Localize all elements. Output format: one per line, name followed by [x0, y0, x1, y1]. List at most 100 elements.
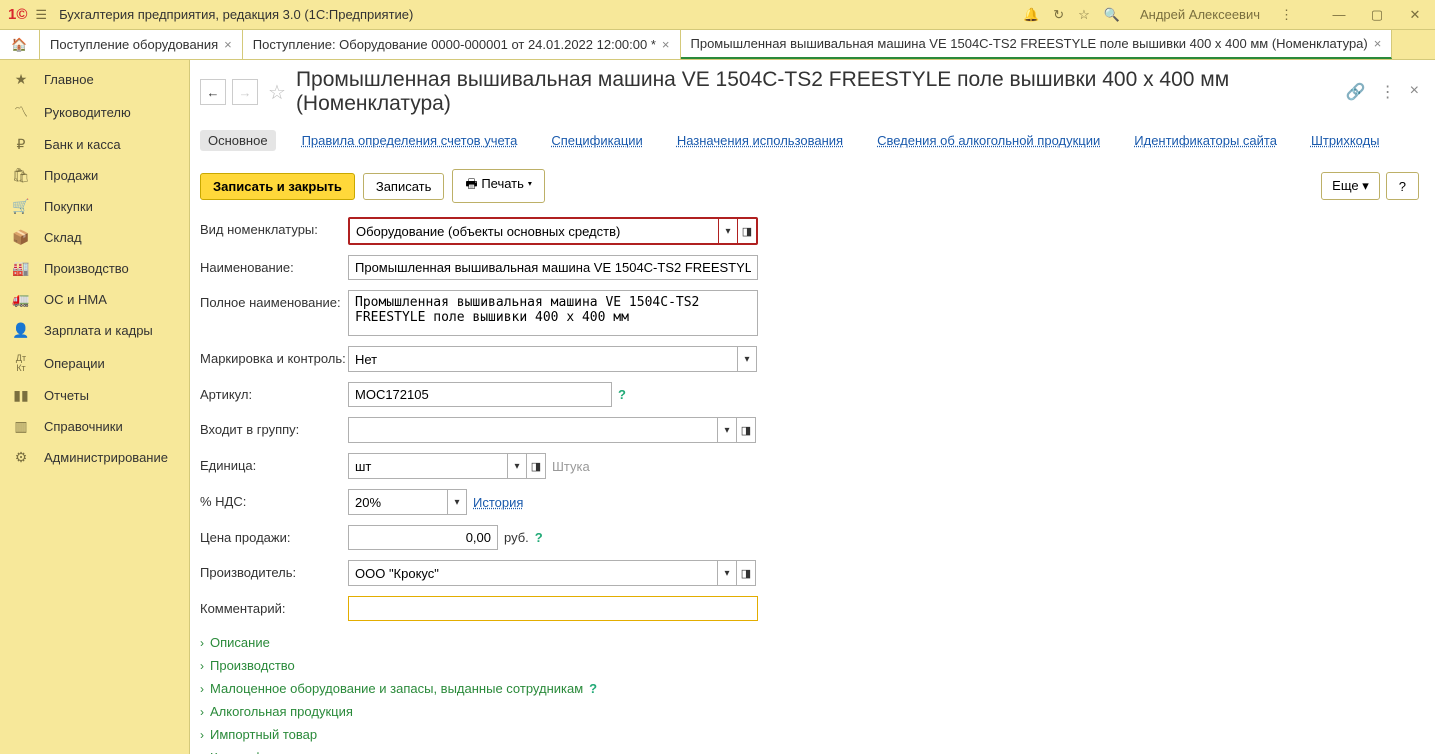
marking-dropdown[interactable]: ▾ — [737, 346, 757, 372]
price-help[interactable]: ? — [535, 530, 543, 545]
chevron-right-icon: › — [200, 682, 204, 696]
subtab-usage[interactable]: Назначения использования — [669, 130, 851, 151]
sidebar-item-purchases[interactable]: 🛒Покупки — [0, 191, 189, 222]
comment-input[interactable] — [348, 596, 758, 621]
expand-import[interactable]: ›Импортный товар — [200, 723, 1419, 746]
home-tab[interactable]: 🏠 — [0, 30, 40, 59]
expand-label: Описание — [210, 635, 270, 650]
sidebar-item-warehouse[interactable]: 📦Склад — [0, 222, 189, 253]
vat-label: % НДС: — [200, 489, 348, 509]
sidebar-item-admin[interactable]: ⚙Администрирование — [0, 442, 189, 473]
manufacturer-open[interactable]: ◨ — [736, 560, 756, 586]
sidebar-item-label: Покупки — [44, 199, 93, 214]
star-icon: ★ — [12, 71, 30, 88]
sidebar-item-label: Операции — [44, 356, 105, 371]
marking-input[interactable] — [348, 346, 738, 372]
group-input[interactable] — [348, 417, 718, 443]
tab-1[interactable]: Поступление оборудования× — [40, 30, 243, 59]
save-close-button[interactable]: Записать и закрыть — [200, 173, 355, 200]
chevron-right-icon: › — [200, 705, 204, 719]
type-input[interactable] — [349, 218, 719, 244]
bell-icon[interactable]: 🔔 — [1023, 7, 1039, 23]
group-dropdown[interactable]: ▾ — [717, 417, 737, 443]
chevron-right-icon: › — [200, 728, 204, 742]
nav-forward-button[interactable]: → — [232, 79, 258, 105]
sidebar-item-label: Справочники — [44, 419, 123, 434]
vat-input[interactable] — [348, 489, 448, 515]
low-value-help[interactable]: ? — [589, 681, 597, 696]
sidebar-item-operations[interactable]: ДтКтОперации — [0, 346, 189, 380]
tab-close-2[interactable]: × — [662, 37, 670, 52]
sidebar-item-reports[interactable]: ▮▮Отчеты — [0, 380, 189, 411]
tab-3[interactable]: Промышленная вышивальная машина VE 1504C… — [681, 30, 1393, 59]
expand-description[interactable]: › Описание — [200, 631, 1419, 654]
fullname-input[interactable] — [348, 290, 758, 336]
subtab-barcodes[interactable]: Штрихкоды — [1303, 130, 1388, 151]
tab-2-label: Поступление: Оборудование 0000-000001 от… — [253, 37, 656, 52]
star-icon[interactable]: ☆ — [1078, 7, 1090, 23]
type-open[interactable]: ◨ — [737, 218, 757, 244]
help-button[interactable]: ? — [1386, 172, 1419, 200]
price-currency: руб. — [504, 530, 529, 545]
unit-input[interactable] — [348, 453, 508, 479]
more-button[interactable]: Еще ▾ — [1321, 172, 1380, 200]
subtab-specs[interactable]: Спецификации — [543, 130, 651, 151]
sidebar-item-assets[interactable]: 🚛ОС и НМА — [0, 284, 189, 315]
subtab-accounts[interactable]: Правила определения счетов учета — [294, 130, 526, 151]
vat-history-link[interactable]: История — [473, 495, 523, 510]
truck-icon: 🚛 — [12, 291, 30, 308]
unit-open[interactable]: ◨ — [526, 453, 546, 479]
sku-input[interactable] — [348, 382, 612, 407]
subtab-main[interactable]: Основное — [200, 130, 276, 151]
subtab-ids[interactable]: Идентификаторы сайта — [1126, 130, 1285, 151]
expand-alcohol[interactable]: ›Алкогольная продукция — [200, 700, 1419, 723]
manufacturer-label: Производитель: — [200, 560, 348, 580]
tab-3-label: Промышленная вышивальная машина VE 1504C… — [691, 36, 1368, 51]
sku-help[interactable]: ? — [618, 387, 626, 402]
sidebar-item-bank[interactable]: ₽Банк и касса — [0, 129, 189, 160]
price-input[interactable] — [348, 525, 498, 550]
sidebar-item-manager[interactable]: 〽Руководителю — [0, 95, 189, 129]
favorite-icon[interactable]: ☆ — [268, 80, 286, 105]
tab-close-1[interactable]: × — [224, 37, 232, 52]
print-button[interactable]: 🖶 Печать ▾ — [452, 169, 545, 203]
bag-icon: 🛍 — [12, 167, 30, 184]
sidebar-item-refs[interactable]: ▥Справочники — [0, 411, 189, 442]
sidebar-item-label: Продажи — [44, 168, 98, 183]
name-input[interactable] — [348, 255, 758, 280]
sidebar-item-production[interactable]: 🏭Производство — [0, 253, 189, 284]
sidebar-item-hr[interactable]: 👤Зарплата и кадры — [0, 315, 189, 346]
group-open[interactable]: ◨ — [736, 417, 756, 443]
chevron-right-icon: › — [200, 636, 204, 650]
type-dropdown[interactable]: ▾ — [718, 218, 738, 244]
sidebar-item-main[interactable]: ★Главное — [0, 64, 189, 95]
unit-label: Единица: — [200, 453, 348, 473]
tab-close-3[interactable]: × — [1374, 36, 1382, 51]
maximize-icon[interactable]: ▢ — [1365, 7, 1389, 23]
sidebar-item-sales[interactable]: 🛍 Продажи — [0, 160, 189, 191]
fullname-label: Полное наименование: — [200, 290, 348, 310]
vat-dropdown[interactable]: ▾ — [447, 489, 467, 515]
expand-production[interactable]: ›Производство — [200, 654, 1419, 677]
expand-classification[interactable]: ›Классификация — [200, 746, 1419, 754]
nav-back-button[interactable]: ← — [200, 79, 226, 105]
save-button[interactable]: Записать — [363, 173, 445, 200]
menu-icon[interactable]: ☰ — [35, 7, 47, 23]
subtab-alcohol[interactable]: Сведения об алкогольной продукции — [869, 130, 1108, 151]
user-name[interactable]: Андрей Алексеевич — [1140, 7, 1260, 22]
minimize-icon[interactable]: — — [1327, 7, 1351, 22]
kebab-icon[interactable]: ⋮ — [1280, 7, 1293, 23]
unit-dropdown[interactable]: ▾ — [507, 453, 527, 479]
link-icon[interactable]: 🔗 — [1346, 82, 1366, 102]
logo-1c: 1© — [8, 6, 27, 23]
search-icon[interactable]: 🔍 — [1104, 7, 1120, 23]
manufacturer-input[interactable] — [348, 560, 718, 586]
tab-2[interactable]: Поступление: Оборудование 0000-000001 от… — [243, 30, 681, 59]
history-icon[interactable]: ↻ — [1053, 7, 1064, 23]
expand-low-value[interactable]: ›Малоценное оборудование и запасы, выдан… — [200, 677, 1419, 700]
ruble-icon: ₽ — [12, 136, 30, 153]
more-icon[interactable]: ⋮ — [1380, 82, 1396, 102]
manufacturer-dropdown[interactable]: ▾ — [717, 560, 737, 586]
close-page-icon[interactable]: × — [1410, 82, 1419, 102]
close-icon[interactable]: ✕ — [1403, 7, 1427, 23]
